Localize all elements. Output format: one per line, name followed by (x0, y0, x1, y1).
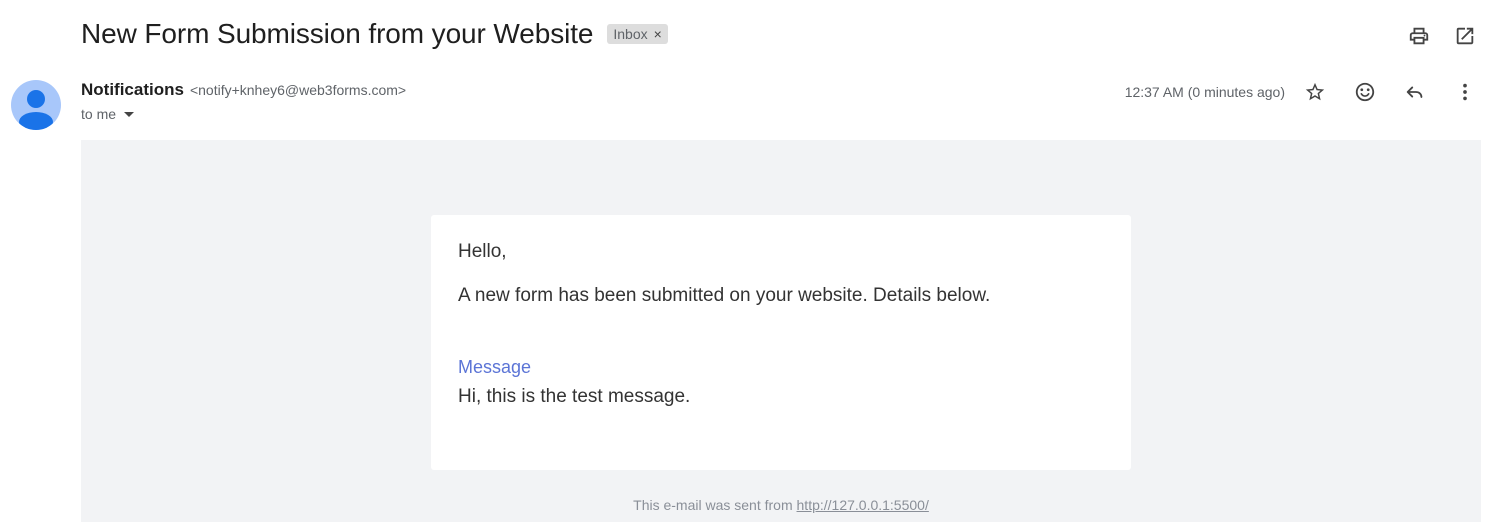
sender-block: Notifications <notify+knhey6@web3forms.c… (81, 80, 406, 122)
field-value-message: Hi, this is the test message. (458, 386, 691, 407)
sender-name[interactable]: Notifications (81, 80, 184, 100)
top-actions (1407, 24, 1477, 48)
emoji-icon[interactable] (1353, 80, 1377, 104)
subject-row: New Form Submission from your Website In… (81, 18, 668, 50)
reply-icon[interactable] (1403, 80, 1427, 104)
message-meta: 12:37 AM (0 minutes ago) (1125, 80, 1477, 104)
chevron-down-icon[interactable] (124, 111, 135, 117)
message-card: Hello, A new form has been submitted on … (431, 215, 1131, 470)
inbox-label-chip[interactable]: Inbox × (607, 24, 668, 44)
sender-avatar[interactable] (11, 80, 61, 130)
email-view: New Form Submission from your Website In… (0, 0, 1485, 522)
remove-label-icon[interactable]: × (654, 26, 662, 42)
greeting-text: Hello, (458, 241, 507, 262)
intro-text: A new form has been submitted on your we… (458, 285, 991, 306)
footer-text: This e-mail was sent from (633, 497, 797, 513)
person-icon (19, 90, 53, 130)
more-vert-icon[interactable] (1453, 80, 1477, 104)
star-icon[interactable] (1303, 80, 1327, 104)
footer-link[interactable]: http://127.0.0.1:5500/ (797, 497, 929, 513)
field-label-message: Message (458, 357, 532, 377)
print-icon[interactable] (1407, 24, 1431, 48)
label-chip-text: Inbox (613, 26, 648, 42)
sender-email: <notify+knhey6@web3forms.com> (189, 82, 407, 98)
recipient-text: to me (81, 106, 117, 122)
email-footer: This e-mail was sent from http://127.0.0… (81, 497, 1481, 513)
email-subject: New Form Submission from your Website (81, 18, 594, 49)
open-in-new-icon[interactable] (1453, 24, 1477, 48)
timestamp: 12:37 AM (0 minutes ago) (1124, 84, 1285, 100)
email-body: Hello, A new form has been submitted on … (81, 140, 1481, 522)
